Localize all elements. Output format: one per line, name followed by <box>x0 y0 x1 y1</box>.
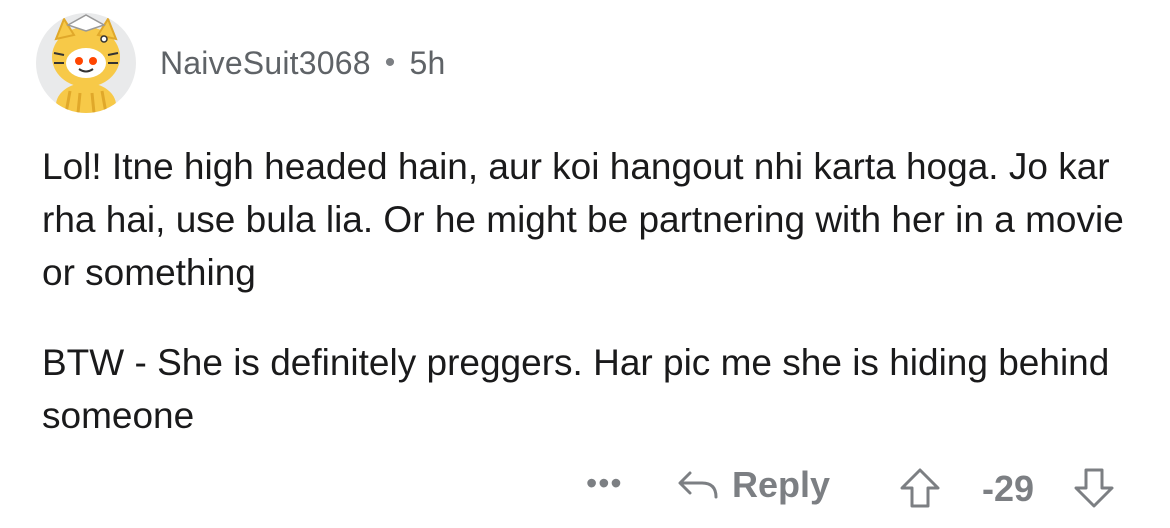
comment-age: 5h <box>409 44 446 81</box>
reply-label: Reply <box>732 464 831 505</box>
reply-arrow-icon <box>678 471 718 499</box>
author-username[interactable]: NaiveSuit3068 <box>160 45 371 82</box>
upvote-arrow-icon[interactable] <box>898 466 942 510</box>
reply-button[interactable]: Reply <box>676 464 830 506</box>
comment-card: NaiveSuit3068 • 5h Lol! Itne high headed… <box>0 0 1170 528</box>
vote-score: -29 <box>982 468 1035 509</box>
comment-header: NaiveSuit3068 • 5h <box>36 8 445 118</box>
snoo-avatar-icon[interactable] <box>36 13 136 113</box>
comment-paragraph: Lol! Itne high headed hain, aur koi hang… <box>42 146 1124 293</box>
more-options-button[interactable]: ••• <box>586 467 623 499</box>
comment-actions: ••• Reply -29 <box>0 458 1170 518</box>
meta-separator: • <box>384 46 396 79</box>
comment-paragraph: BTW - She is definitely preggers. Har pi… <box>42 342 1110 436</box>
comment-body: Lol! Itne high headed hain, aur koi hang… <box>42 140 1132 479</box>
comment-meta: NaiveSuit3068 • 5h <box>160 45 445 82</box>
downvote-arrow-icon[interactable] <box>1072 466 1116 510</box>
